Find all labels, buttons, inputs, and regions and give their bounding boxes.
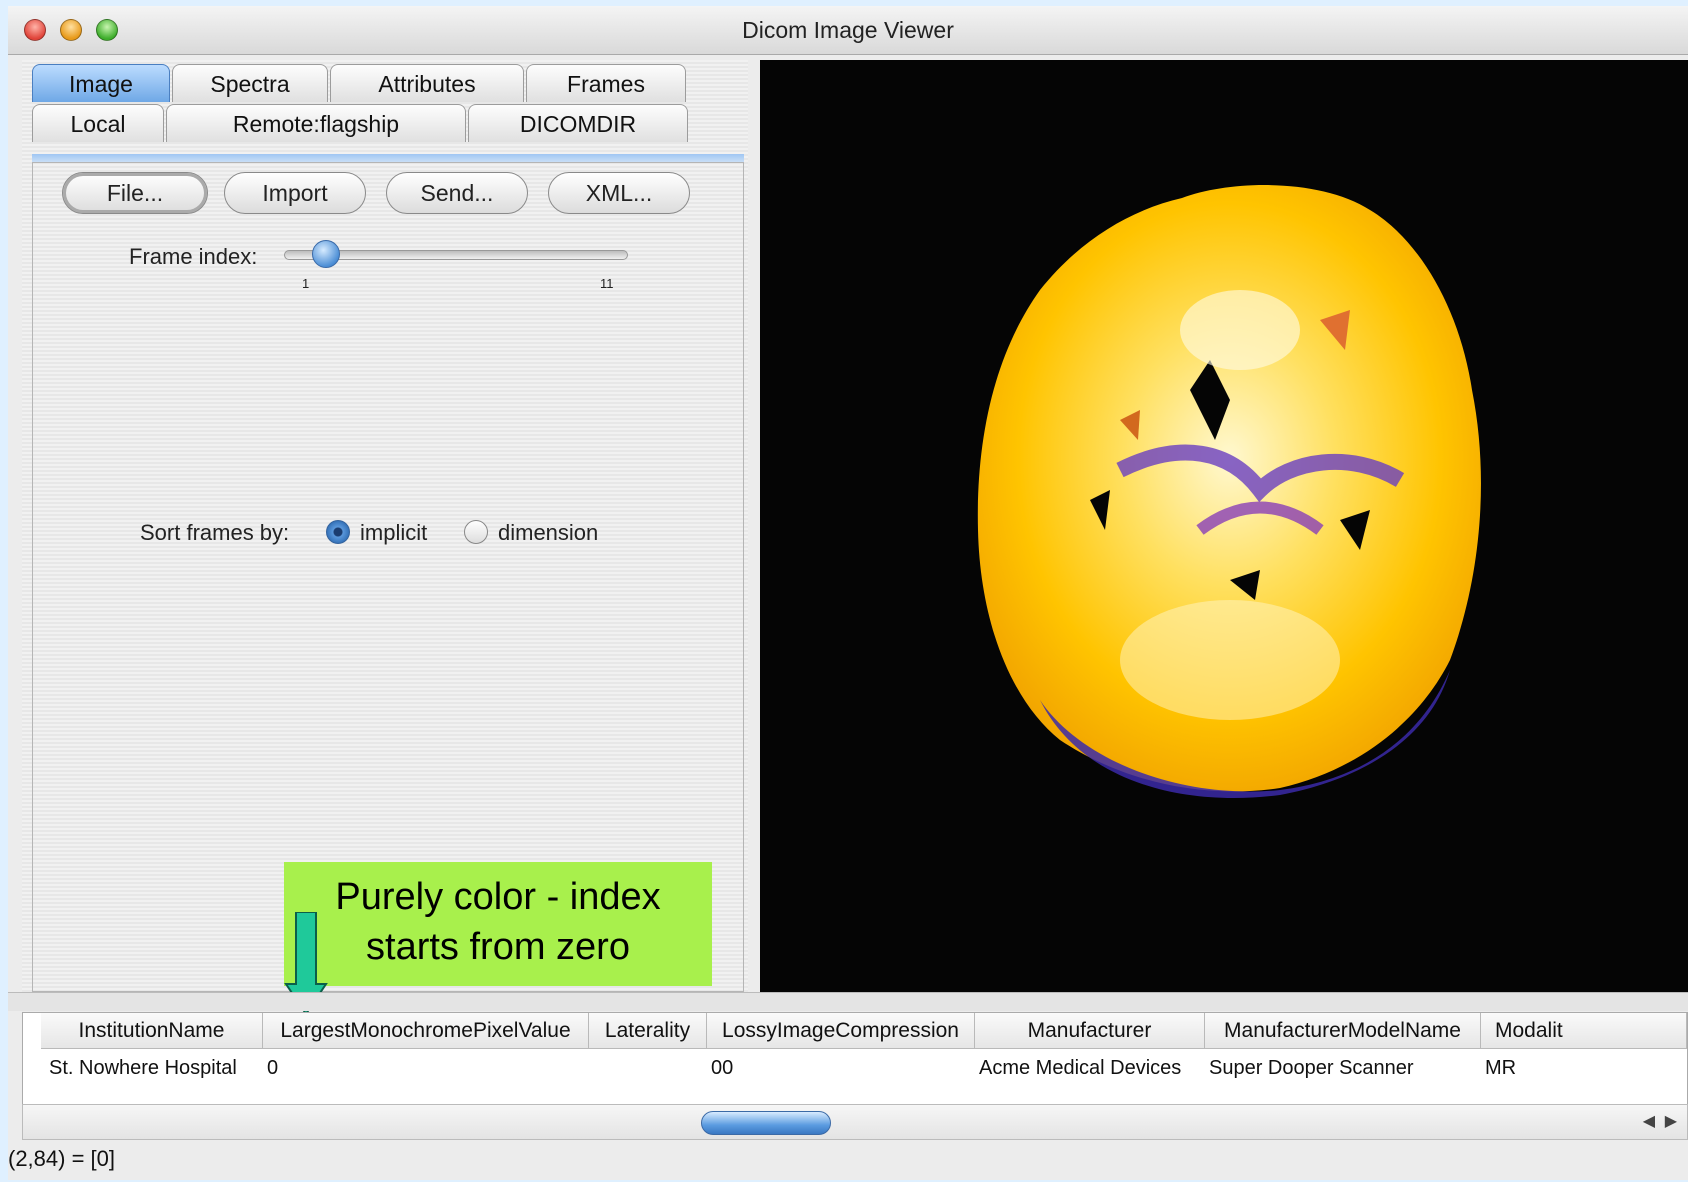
column-header[interactable]: Laterality bbox=[589, 1013, 707, 1049]
column-header[interactable]: LossyImageCompression bbox=[707, 1013, 975, 1049]
table-cell[interactable]: Super Dooper Scanner bbox=[1209, 1053, 1414, 1083]
app-window: Dicom Image Viewer Image Spectra Attribu… bbox=[8, 6, 1688, 1180]
tab-spectra[interactable]: Spectra bbox=[172, 64, 328, 102]
sort-frames-label: Sort frames by: bbox=[140, 520, 290, 545]
radio-dimension[interactable] bbox=[464, 520, 488, 544]
xml-button[interactable]: XML... bbox=[548, 172, 690, 214]
horizontal-scrollbar[interactable]: ◀ ▶ bbox=[22, 1104, 1688, 1140]
tab-underline bbox=[32, 154, 744, 162]
scroll-left-icon[interactable]: ◀ bbox=[1643, 1111, 1655, 1131]
tab-attributes[interactable]: Attributes bbox=[330, 64, 524, 102]
slider-min-label: 1 bbox=[302, 276, 310, 291]
send-button[interactable]: Send... bbox=[386, 172, 528, 214]
column-header[interactable]: Modalit bbox=[1481, 1013, 1687, 1049]
tab-image[interactable]: Image bbox=[32, 64, 170, 102]
callout-line-2: starts from zero bbox=[366, 926, 630, 968]
column-header[interactable]: Manufacturer bbox=[975, 1013, 1205, 1049]
import-button[interactable]: Import bbox=[224, 172, 366, 214]
file-button[interactable]: File... bbox=[62, 172, 208, 214]
tab-local[interactable]: Local bbox=[32, 104, 164, 142]
callout-line-1: Purely color - index bbox=[335, 876, 661, 918]
radio-implicit[interactable] bbox=[326, 520, 350, 544]
tab-dicomdir[interactable]: DICOMDIR bbox=[468, 104, 688, 142]
table-cell[interactable]: MR bbox=[1485, 1053, 1516, 1083]
tab-remote-flagship[interactable]: Remote:flagship bbox=[166, 104, 466, 142]
column-header[interactable]: LargestMonochromePixelValue bbox=[263, 1013, 589, 1049]
status-bar-text: (2,84) = [0] bbox=[8, 1146, 116, 1171]
scrollbar-thumb[interactable] bbox=[701, 1111, 831, 1135]
radio-dimension-label: dimension bbox=[498, 520, 599, 545]
tab-frames[interactable]: Frames bbox=[526, 64, 686, 102]
column-header[interactable]: InstitutionName bbox=[41, 1013, 263, 1049]
table-cell[interactable]: 0 bbox=[267, 1053, 278, 1083]
column-header[interactable]: ManufacturerModelName bbox=[1205, 1013, 1481, 1049]
table-cell[interactable]: Acme Medical Devices bbox=[979, 1053, 1181, 1083]
window-title: Dicom Image Viewer bbox=[742, 17, 954, 43]
slider-max-label: 11 bbox=[600, 276, 614, 291]
table-cell[interactable]: 00 bbox=[711, 1053, 733, 1083]
table-cell[interactable]: St. Nowhere Hospital bbox=[49, 1053, 237, 1083]
annotation-callout: Purely color - index starts from zero bbox=[284, 862, 712, 986]
scroll-right-icon[interactable]: ▶ bbox=[1665, 1111, 1677, 1131]
mri-brain-image bbox=[977, 185, 1481, 799]
attributes-table: InstitutionName LargestMonochromePixelVa… bbox=[22, 1012, 1688, 1108]
split-pane-divider[interactable] bbox=[8, 992, 1688, 1011]
title-bar[interactable]: Dicom Image Viewer bbox=[8, 6, 1688, 55]
frame-index-label: Frame index: bbox=[129, 244, 258, 269]
image-viewer[interactable] bbox=[760, 60, 1688, 992]
radio-implicit-label: implicit bbox=[360, 520, 428, 545]
